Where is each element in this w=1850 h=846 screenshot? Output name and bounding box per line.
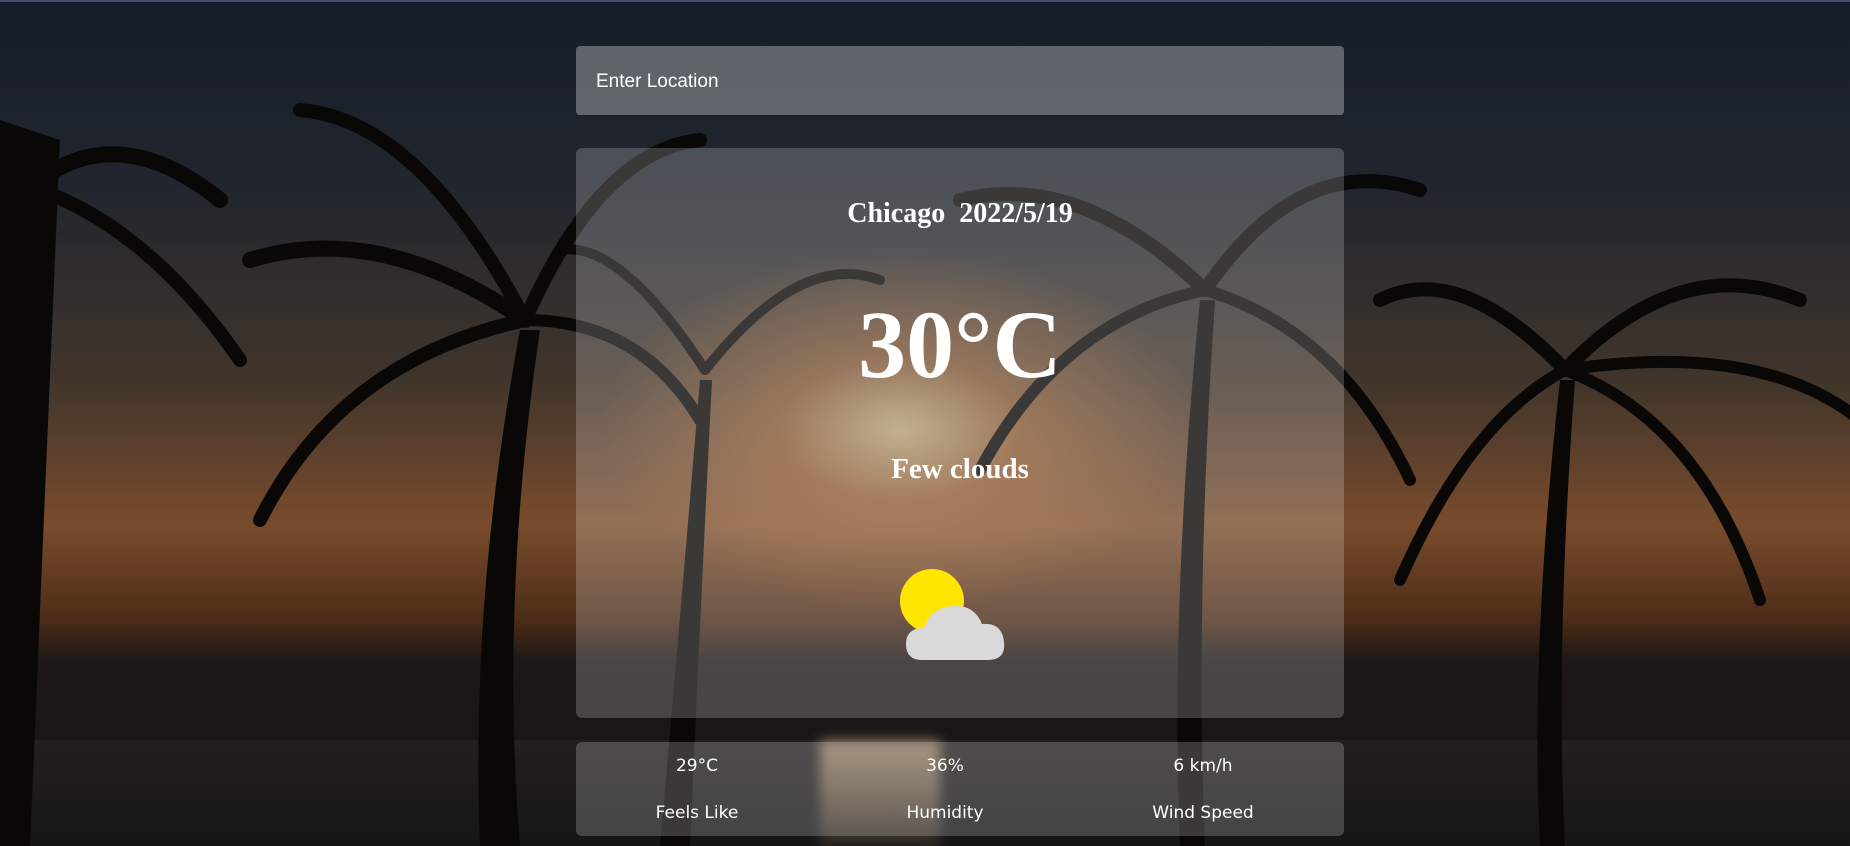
humidity-stat: 36% Humidity [850,742,1040,836]
weather-card: Chicago 2022/5/19 30°C Few clouds [576,148,1344,718]
weather-stats-panel: 29°C Feels Like 36% Humidity 6 km/h Wind… [576,742,1344,836]
humidity-label: Humidity [906,803,984,823]
location-date: Chicago 2022/5/19 [847,198,1073,229]
feels-like-label: Feels Like [655,803,739,823]
humidity-value: 36% [926,756,964,776]
weather-description: Few clouds [891,453,1029,485]
feels-like-value: 29°C [675,756,718,776]
feels-like-stat: 29°C Feels Like [602,742,792,836]
wind-speed-value: 6 km/h [1173,756,1233,776]
sun-behind-cloud-icon [900,568,1030,668]
temperature: 30°C [858,291,1062,398]
wind-speed-stat: 6 km/h Wind Speed [1108,742,1298,836]
location-search-box [576,46,1344,117]
wind-speed-label: Wind Speed [1152,803,1254,823]
location-input[interactable] [594,46,1330,117]
